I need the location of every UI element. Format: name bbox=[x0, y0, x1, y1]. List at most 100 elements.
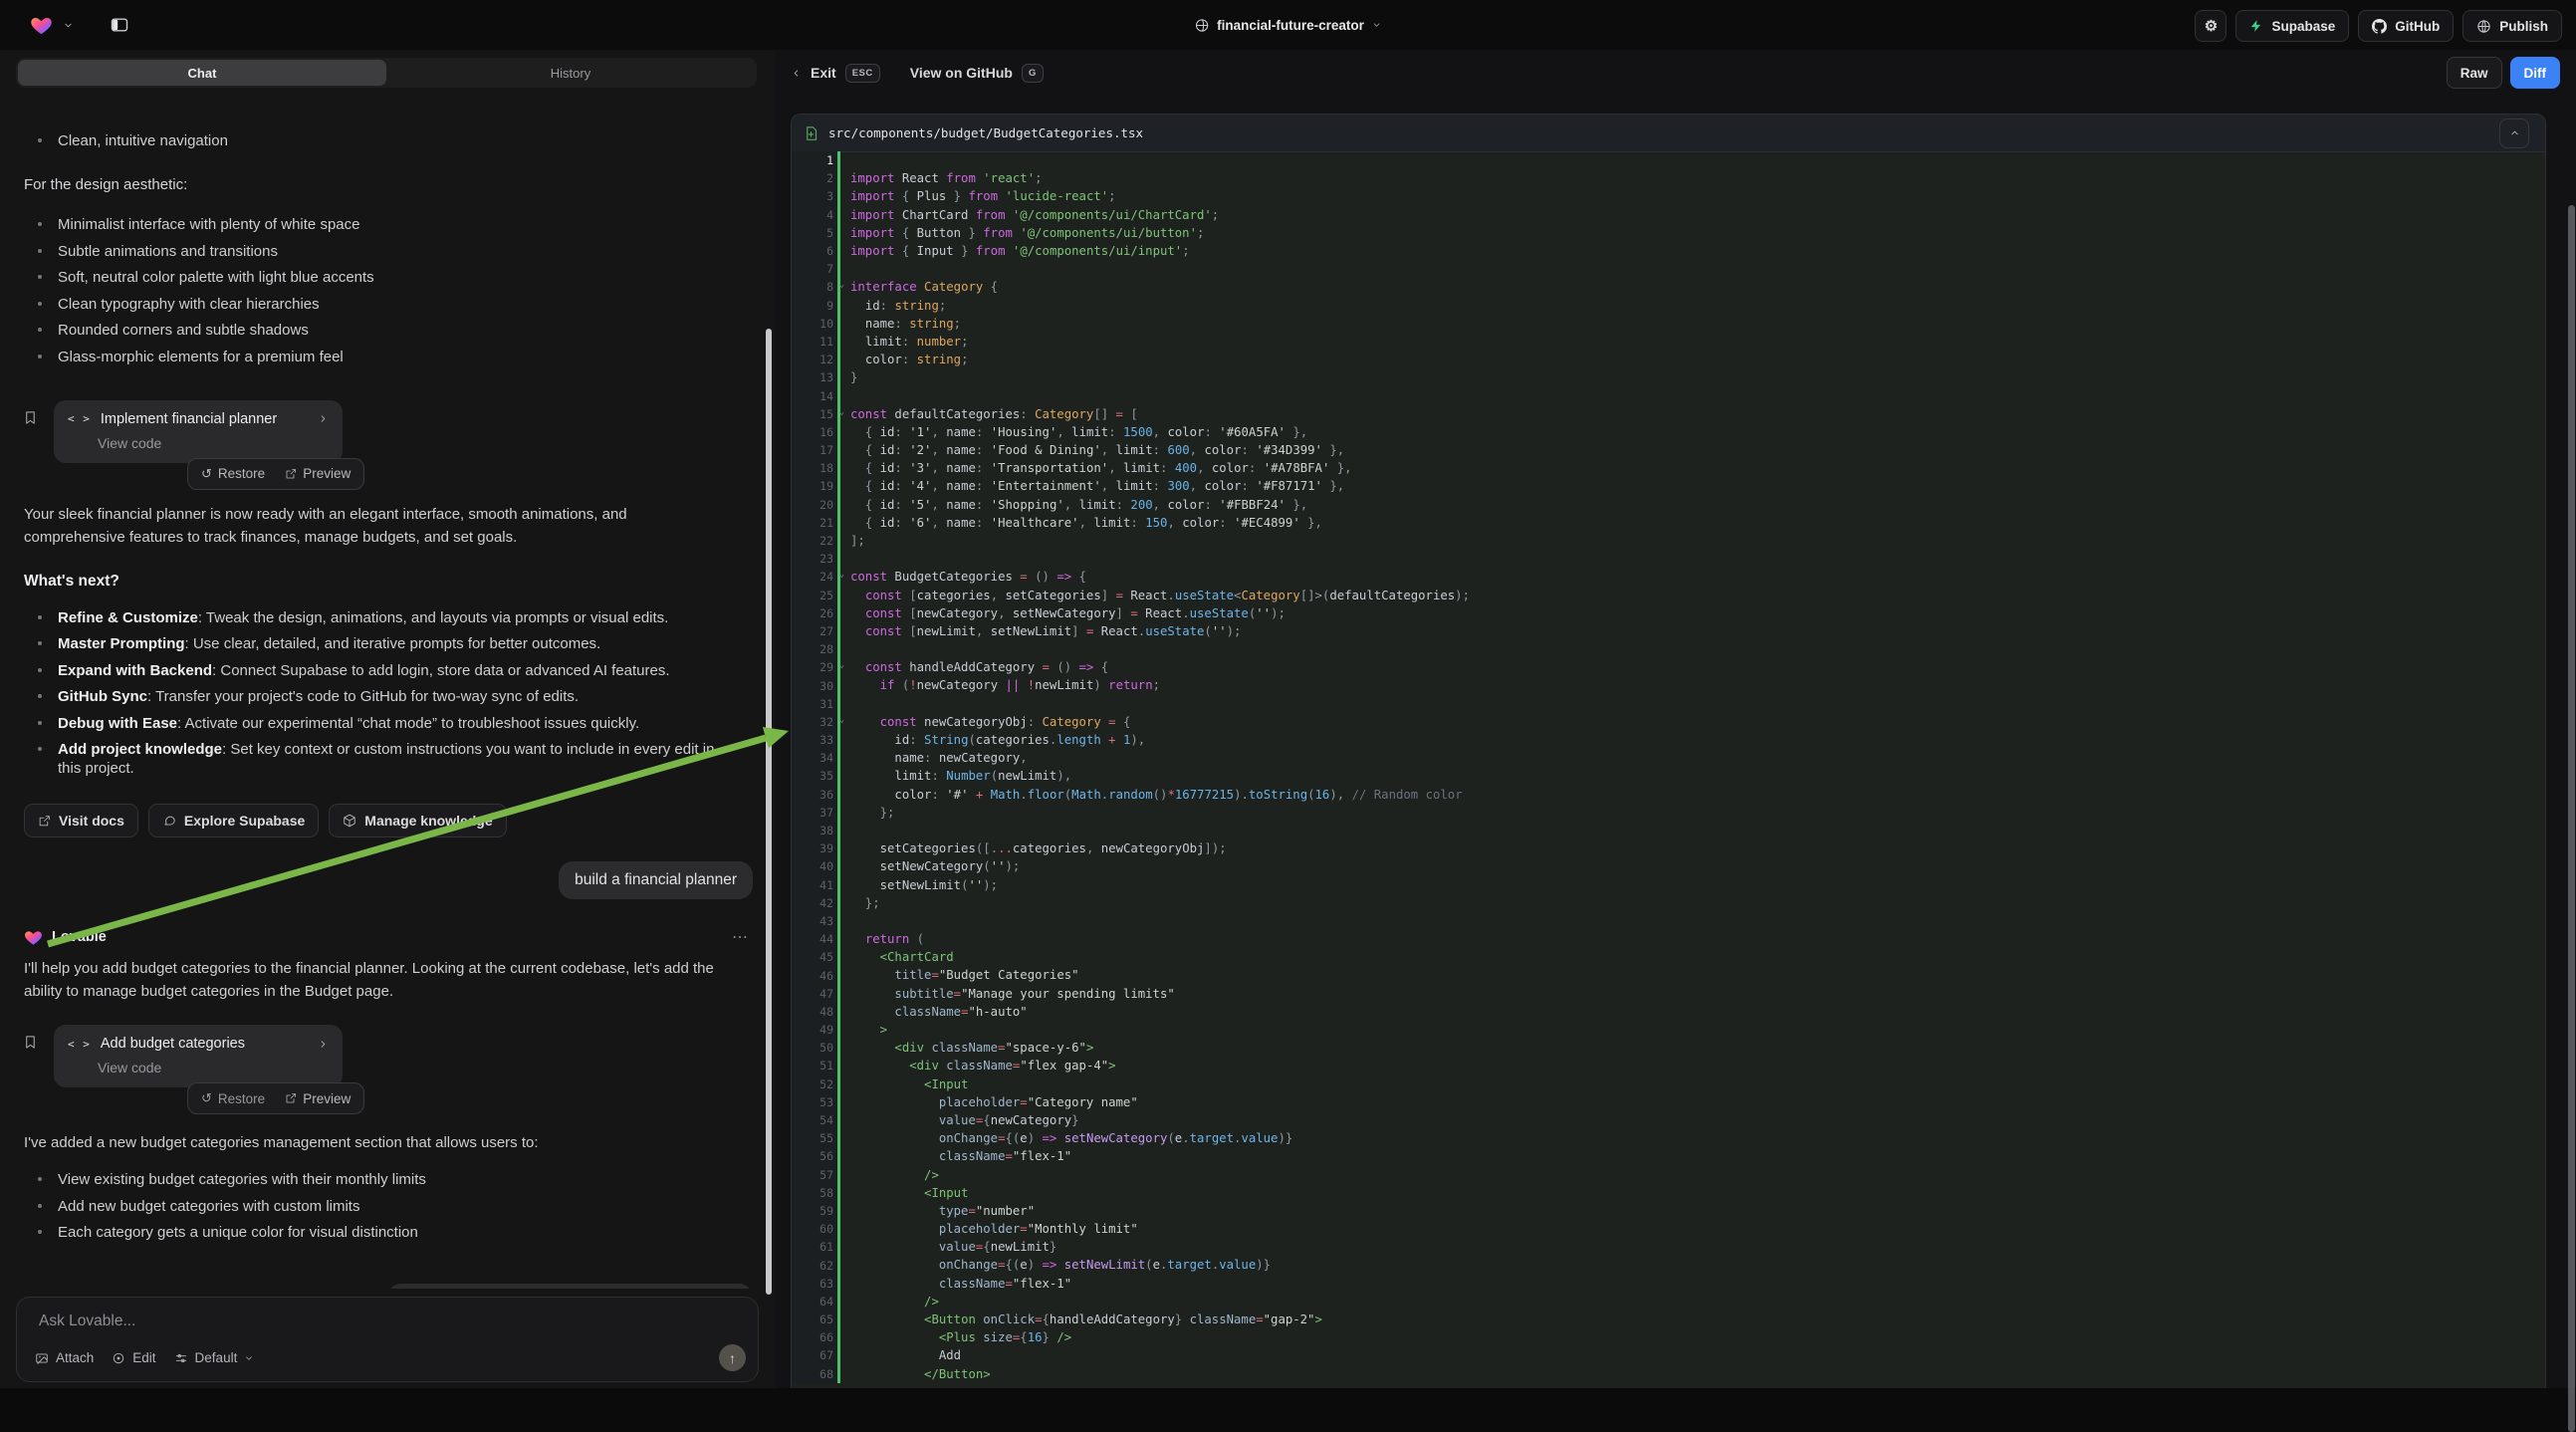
message-menu-icon[interactable]: ⋯ bbox=[732, 927, 755, 947]
code-line: 54 value={newCategory} bbox=[792, 1111, 2545, 1129]
visit-docs-button[interactable]: Visit docs bbox=[24, 804, 138, 837]
code-text: title="Budget Categories" bbox=[840, 966, 1079, 984]
diff-added-bar bbox=[837, 912, 840, 930]
restore-button[interactable]: ↺ Restore bbox=[192, 1086, 274, 1110]
fold-chevron-icon[interactable]: ⌄ bbox=[839, 660, 844, 670]
code-text: { id: '4', name: 'Entertainment', limit:… bbox=[840, 477, 1344, 495]
code-text: placeholder="Monthly limit" bbox=[840, 1220, 1138, 1238]
view-code-link[interactable]: View code bbox=[98, 1060, 329, 1075]
line-number: 40 bbox=[792, 857, 837, 875]
fold-chevron-icon[interactable]: ⌄ bbox=[839, 407, 844, 417]
attach-button[interactable]: Attach bbox=[35, 1350, 94, 1365]
fold-chevron-icon[interactable]: ⌄ bbox=[839, 715, 844, 725]
chat-scroll-area[interactable]: Clean, intuitive navigation For the desi… bbox=[0, 96, 775, 1289]
user-message-bubble: build a financial planner bbox=[559, 861, 753, 899]
version-card-title: Implement financial planner bbox=[101, 411, 308, 427]
diff-added-bar bbox=[837, 550, 840, 568]
toggle-sidebar-icon[interactable] bbox=[110, 15, 129, 35]
external-link-icon bbox=[285, 1092, 297, 1104]
fold-chevron-icon[interactable]: ⌄ bbox=[839, 570, 844, 580]
code-text: import ChartCard from '@/components/ui/C… bbox=[840, 206, 1219, 224]
preview-button[interactable]: Preview bbox=[276, 1087, 359, 1110]
line-number: 28 bbox=[792, 640, 837, 658]
code-line: 52 <Input bbox=[792, 1075, 2545, 1093]
code-text: if (!newCategory || !newLimit) return; bbox=[840, 676, 1160, 694]
bookmark-icon[interactable] bbox=[23, 1034, 38, 1051]
project-switcher[interactable]: financial-future-creator bbox=[1194, 0, 1382, 50]
line-number: 12 bbox=[792, 351, 837, 368]
line-number: 61 bbox=[792, 1238, 837, 1256]
lovable-logo-heart-icon[interactable] bbox=[30, 14, 53, 37]
restore-button[interactable]: ↺ Restore bbox=[192, 462, 274, 486]
code-text: Add bbox=[840, 1346, 961, 1364]
mode-selector[interactable]: Default bbox=[174, 1350, 255, 1365]
line-number: 29⌄ bbox=[792, 658, 837, 676]
code-text: const BudgetCategories = () => { bbox=[840, 568, 1086, 586]
code-line: 16 { id: '1', name: 'Housing', limit: 15… bbox=[792, 423, 2545, 441]
chat-scrollbar-thumb[interactable] bbox=[766, 329, 772, 1295]
line-number: 35 bbox=[792, 767, 837, 785]
code-text: const [newLimit, setNewLimit] = React.us… bbox=[840, 622, 1241, 640]
chevron-right-icon bbox=[318, 1039, 329, 1050]
code-body: 12import React from 'react';3import { Pl… bbox=[792, 151, 2545, 1388]
view-code-link[interactable]: View code bbox=[98, 435, 329, 451]
code-panel-header: Exit ESC View on GitHub G Raw Diff bbox=[775, 50, 2576, 96]
view-on-github-button[interactable]: View on GitHub G bbox=[910, 64, 1044, 83]
workspace-chevron-down-icon[interactable] bbox=[63, 20, 74, 31]
code-line: 31 bbox=[792, 695, 2545, 713]
send-button[interactable]: ↑ bbox=[719, 1344, 746, 1371]
chat-input[interactable] bbox=[37, 1312, 713, 1331]
raw-toggle-button[interactable]: Raw bbox=[2447, 57, 2502, 89]
code-text: <Input bbox=[840, 1075, 968, 1093]
tab-chat[interactable]: Chat bbox=[18, 60, 386, 86]
code-line: 7 bbox=[792, 260, 2545, 278]
code-line: 33 id: String(categories.length + 1), bbox=[792, 731, 2545, 749]
fold-chevron-icon[interactable]: ⌄ bbox=[839, 280, 844, 290]
version-hover-toolbar: ↺ Restore Preview bbox=[187, 458, 364, 490]
code-text: id: String(categories.length + 1), bbox=[840, 731, 1145, 749]
code-text: value={newLimit} bbox=[840, 1238, 1056, 1256]
external-link-icon bbox=[38, 815, 51, 828]
collapse-file-button[interactable] bbox=[2499, 119, 2529, 148]
assistant-paragraph: Your sleek financial planner is now read… bbox=[24, 503, 721, 549]
line-number: 64 bbox=[792, 1293, 837, 1311]
code-line: 67 Add bbox=[792, 1346, 2545, 1364]
bookmark-icon[interactable] bbox=[23, 409, 38, 426]
github-button[interactable]: GitHub bbox=[2358, 10, 2454, 42]
diff-toggle-button[interactable]: Diff bbox=[2510, 57, 2561, 89]
preview-button[interactable]: Preview bbox=[276, 462, 359, 485]
list-item: Add new budget categories with custom li… bbox=[32, 1197, 755, 1216]
code-text: { id: '5', name: 'Shopping', limit: 200,… bbox=[840, 496, 1307, 514]
code-line: 24⌄const BudgetCategories = () => { bbox=[792, 568, 2545, 586]
code-scrollbar-thumb[interactable] bbox=[2568, 205, 2575, 1432]
code-line: 36 color: '#' + Math.floor(Math.random()… bbox=[792, 786, 2545, 804]
line-number: 33 bbox=[792, 731, 837, 749]
supabase-button[interactable]: Supabase bbox=[2235, 10, 2349, 42]
diff-added-bar bbox=[837, 151, 840, 169]
settings-button[interactable]: ⚙ bbox=[2195, 10, 2226, 42]
code-text: color: string; bbox=[840, 351, 968, 368]
version-card[interactable]: < > Add budget categories View code bbox=[54, 1025, 343, 1087]
manage-knowledge-button[interactable]: Manage knowledge bbox=[329, 804, 506, 837]
exit-button[interactable]: Exit ESC bbox=[791, 64, 880, 83]
code-text: ]; bbox=[840, 532, 865, 550]
line-number: 5 bbox=[792, 224, 837, 242]
publish-button[interactable]: Publish bbox=[2462, 10, 2562, 42]
code-line: 3import { Plus } from 'lucide-react'; bbox=[792, 187, 2545, 205]
list-item: View existing budget categories with the… bbox=[32, 1170, 755, 1189]
external-link-icon bbox=[285, 468, 297, 480]
code-text: /> bbox=[840, 1166, 939, 1184]
edit-label: Edit bbox=[132, 1350, 155, 1365]
line-number: 1 bbox=[792, 151, 837, 169]
package-icon bbox=[343, 814, 356, 828]
code-text: return ( bbox=[840, 930, 924, 948]
tab-history[interactable]: History bbox=[386, 60, 755, 86]
explore-supabase-button[interactable]: Explore Supabase bbox=[148, 804, 319, 837]
list-item: Each category gets a unique color for vi… bbox=[32, 1223, 755, 1242]
code-line: 62 onChange={(e) => setNewLimit(e.target… bbox=[792, 1256, 2545, 1274]
line-number: 45 bbox=[792, 948, 837, 966]
chevron-left-icon bbox=[791, 68, 802, 79]
edit-button[interactable]: Edit bbox=[112, 1350, 155, 1365]
version-card[interactable]: < > Implement financial planner View cod… bbox=[54, 400, 343, 463]
code-text: const [newCategory, setNewCategory] = Re… bbox=[840, 604, 1286, 622]
